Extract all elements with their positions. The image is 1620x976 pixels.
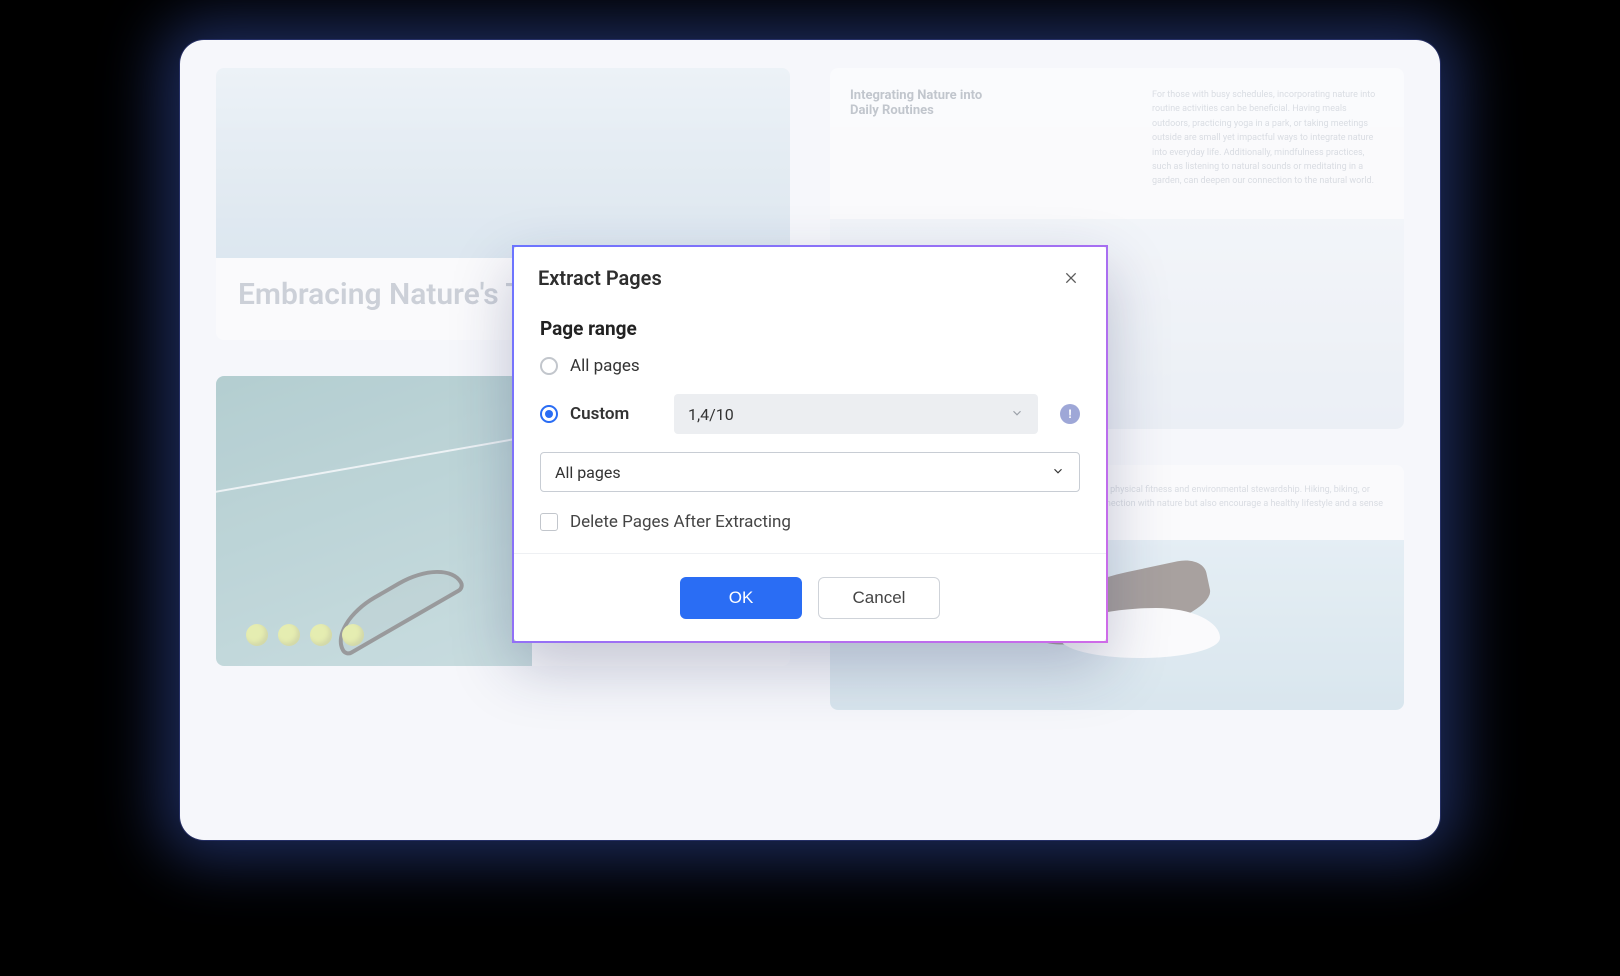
ok-button[interactable]: OK: [680, 577, 802, 619]
chevron-down-icon: [1051, 463, 1065, 482]
delete-after-label: Delete Pages After Extracting: [570, 512, 791, 532]
scope-select-value: All pages: [555, 463, 621, 482]
custom-range-input[interactable]: 1,4/10: [674, 394, 1038, 434]
delete-after-checkbox[interactable]: [540, 513, 558, 531]
radio-all-pages[interactable]: [540, 357, 558, 375]
page-range-heading: Page range: [540, 317, 1080, 340]
dialog-title: Extract Pages: [538, 266, 662, 290]
chevron-down-icon: [1010, 405, 1024, 424]
custom-range-value: 1,4/10: [688, 405, 734, 424]
close-icon: [1063, 270, 1079, 286]
image-tennis: [216, 376, 532, 666]
extract-pages-dialog: Extract Pages Page range All pages Custo…: [512, 245, 1108, 643]
info-icon[interactable]: !: [1060, 404, 1080, 424]
scope-select[interactable]: All pages: [540, 452, 1080, 492]
radio-all-pages-row[interactable]: All pages: [540, 356, 1080, 376]
delete-after-row[interactable]: Delete Pages After Extracting: [540, 512, 1080, 532]
radio-custom[interactable]: [540, 405, 558, 423]
close-button[interactable]: [1058, 265, 1084, 291]
doc-heading-right: Integrating Nature into Daily Routines: [830, 68, 1010, 126]
radio-all-pages-label: All pages: [570, 356, 640, 376]
radio-custom-label: Custom: [570, 404, 629, 424]
doc-para-right-1: For those with busy schedules, incorpora…: [1132, 68, 1404, 209]
cancel-button[interactable]: Cancel: [818, 577, 940, 619]
radio-custom-row[interactable]: Custom: [540, 404, 652, 424]
app-window: Embracing Nature's Touch nature can sign…: [180, 40, 1440, 840]
image-skydivers: [216, 68, 790, 258]
